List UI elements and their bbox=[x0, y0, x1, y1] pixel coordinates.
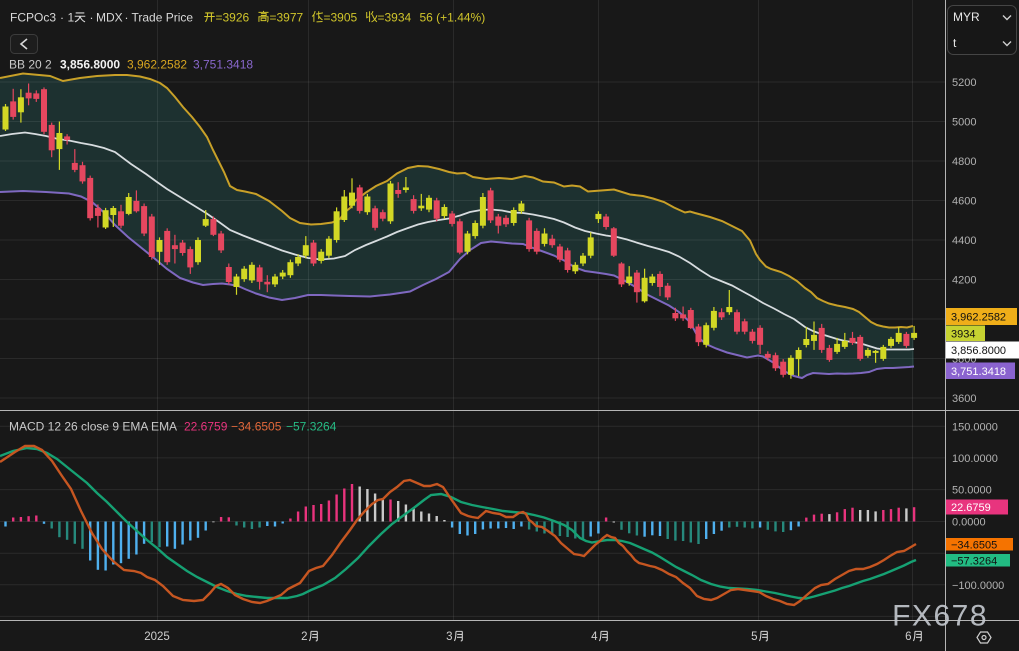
svg-text:Trade Price: Trade Price bbox=[132, 11, 194, 25]
svg-text:MACD 12 26 close 9 EMA EMA: MACD 12 26 close 9 EMA EMA bbox=[9, 420, 177, 434]
svg-text:MDX: MDX bbox=[96, 11, 123, 25]
svg-text:3: 3 bbox=[446, 631, 452, 643]
svg-text:100.0000: 100.0000 bbox=[952, 453, 998, 465]
svg-text:4800: 4800 bbox=[952, 156, 976, 168]
svg-text:22.6759: 22.6759 bbox=[951, 502, 991, 514]
svg-text:BB 20 2: BB 20 2 bbox=[9, 58, 52, 72]
svg-text:FCPOc3: FCPOc3 bbox=[10, 11, 56, 25]
svg-text:3934: 3934 bbox=[951, 328, 975, 340]
svg-text:·: · bbox=[125, 11, 129, 25]
svg-text:3,962.2582: 3,962.2582 bbox=[951, 312, 1006, 324]
svg-text:FX678: FX678 bbox=[892, 600, 988, 633]
svg-text:4: 4 bbox=[591, 631, 598, 643]
svg-text:−34.6505: −34.6505 bbox=[231, 420, 282, 434]
svg-text:2025: 2025 bbox=[144, 631, 170, 643]
svg-text:4200: 4200 bbox=[952, 275, 976, 287]
svg-text:=3977: =3977 bbox=[270, 11, 304, 25]
svg-text:3600: 3600 bbox=[952, 393, 976, 405]
svg-text:0.0000: 0.0000 bbox=[952, 517, 986, 529]
svg-text:5200: 5200 bbox=[952, 77, 976, 89]
svg-text:·: · bbox=[90, 11, 94, 25]
svg-text:MYR: MYR bbox=[953, 10, 980, 24]
svg-text:1: 1 bbox=[68, 11, 75, 25]
svg-text:−57.3264: −57.3264 bbox=[951, 555, 997, 567]
svg-text:·: · bbox=[60, 11, 64, 25]
svg-text:6: 6 bbox=[905, 631, 911, 643]
svg-text:2: 2 bbox=[301, 631, 307, 643]
svg-text:3,962.2582: 3,962.2582 bbox=[127, 58, 187, 72]
svg-text:4600: 4600 bbox=[952, 196, 976, 208]
svg-text:50.0000: 50.0000 bbox=[952, 485, 992, 497]
svg-text:150.0000: 150.0000 bbox=[952, 421, 998, 433]
svg-text:5000: 5000 bbox=[952, 117, 976, 129]
svg-text:3,751.3418: 3,751.3418 bbox=[951, 366, 1006, 378]
svg-text:=3905: =3905 bbox=[324, 11, 358, 25]
svg-text:=3926: =3926 bbox=[216, 11, 250, 25]
svg-text:−57.3264: −57.3264 bbox=[286, 420, 337, 434]
svg-text:22.6759: 22.6759 bbox=[184, 420, 228, 434]
svg-text:−34.6505: −34.6505 bbox=[951, 539, 997, 551]
svg-text:=3934: =3934 bbox=[378, 11, 412, 25]
svg-text:3,856.8000: 3,856.8000 bbox=[951, 345, 1006, 357]
svg-text:3,751.3418: 3,751.3418 bbox=[193, 58, 253, 72]
svg-text:5: 5 bbox=[751, 631, 757, 643]
svg-text:4400: 4400 bbox=[952, 235, 976, 247]
svg-text:56 (+1.44%): 56 (+1.44%) bbox=[420, 11, 486, 25]
svg-text:−100.0000: −100.0000 bbox=[952, 580, 1004, 592]
svg-text:3,856.8000: 3,856.8000 bbox=[60, 58, 120, 72]
